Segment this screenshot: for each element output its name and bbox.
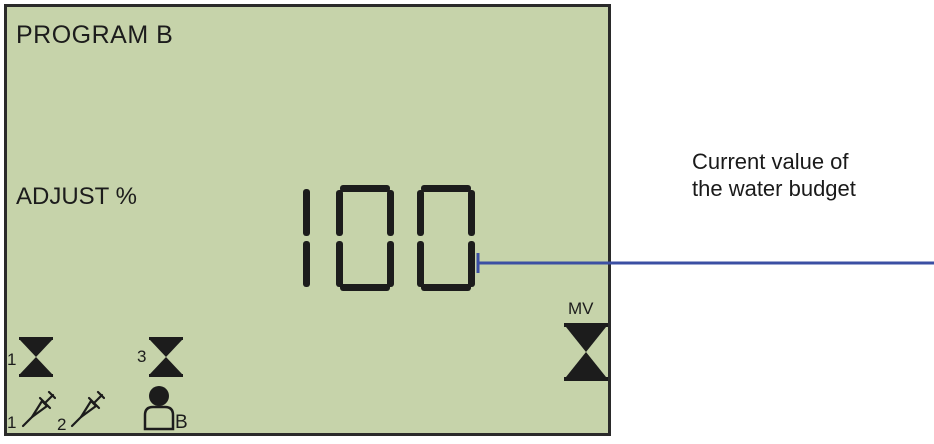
digit-0a-segment-left-lower — [336, 241, 343, 287]
callout-leader-line — [476, 253, 934, 273]
digit-0a-segment-top — [340, 185, 390, 192]
callout-line-2: the water budget — [692, 176, 856, 201]
valve-1-hourglass-icon — [19, 337, 53, 377]
digit-0b-segment-right-upper — [468, 190, 475, 236]
digit-0a-segment-right-upper — [387, 190, 394, 236]
sensor-probe-1-icon — [21, 390, 56, 428]
callout-annotation: Current value of the water budget — [692, 148, 856, 202]
valve-1-number: 1 — [7, 350, 17, 369]
person-b-label: B — [175, 412, 188, 433]
sensor-2-number: 2 — [57, 415, 67, 434]
digit-0b-segment-right-lower — [468, 241, 475, 287]
adjust-label: ADJUST % — [16, 183, 137, 210]
sensor-probe-2-icon — [70, 390, 105, 428]
digit-0b-segment-bottom — [421, 284, 471, 291]
callout-line-1: Current value of — [692, 149, 849, 174]
program-label: PROGRAM B — [16, 21, 174, 49]
valve-3-hourglass-icon — [149, 337, 183, 377]
mv-label: MV — [568, 299, 594, 318]
budget-value-digits — [303, 185, 475, 291]
digit-1-segment-upper — [303, 189, 310, 236]
lcd-display: PROGRAM B ADJUST % MV 1 3 1 2 B — [4, 4, 611, 436]
digit-1-segment-lower — [303, 241, 310, 287]
digit-0b-segment-left-upper — [417, 190, 424, 236]
sensor-1-number: 1 — [7, 413, 17, 432]
digit-0b-segment-top — [421, 185, 471, 192]
digit-0a-segment-bottom — [340, 284, 390, 291]
digit-0a-segment-left-upper — [336, 190, 343, 236]
digit-0b-segment-left-lower — [417, 241, 424, 287]
master-valve-hourglass-icon — [564, 323, 608, 381]
digit-0a-segment-right-lower — [387, 241, 394, 287]
valve-3-number: 3 — [137, 347, 147, 366]
